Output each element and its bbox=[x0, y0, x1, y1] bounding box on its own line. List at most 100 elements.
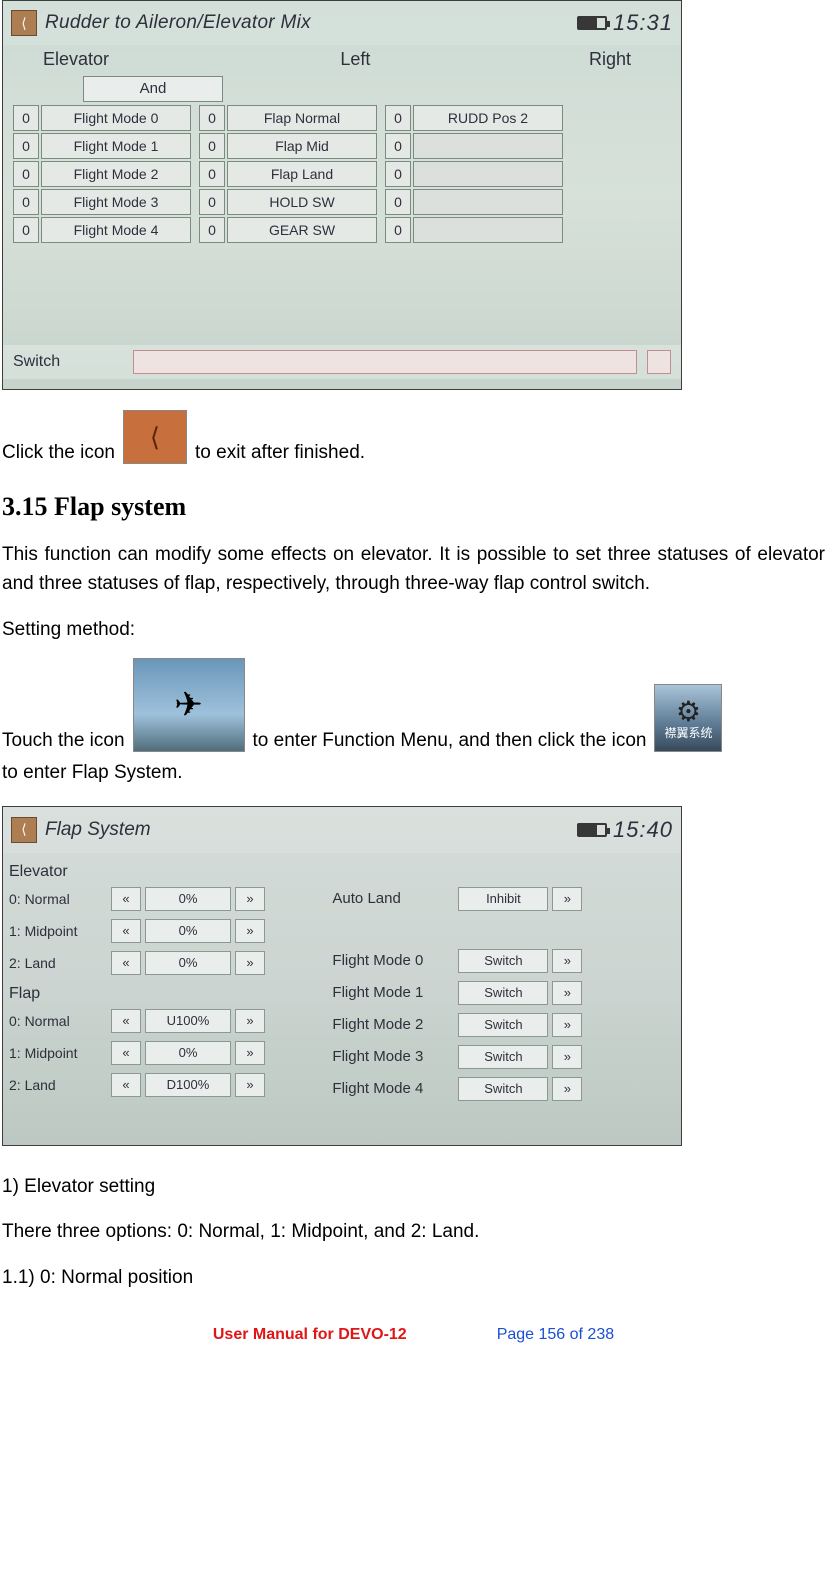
row-label: 1: Midpoint bbox=[9, 923, 107, 939]
increment-button[interactable]: » bbox=[552, 887, 582, 911]
checkbox[interactable]: 0 bbox=[385, 189, 411, 215]
paragraph: Touch the icon ✈ to enter Function Menu,… bbox=[0, 652, 827, 758]
value-field[interactable]: Inhibit bbox=[458, 887, 548, 911]
bottom-bar: Switch bbox=[3, 345, 681, 379]
option-cell[interactable]: Flight Mode 2 bbox=[41, 161, 191, 187]
option-cell[interactable]: Flight Mode 4 bbox=[41, 217, 191, 243]
checkbox[interactable]: 0 bbox=[385, 133, 411, 159]
paragraph: Click the icon ⟨ to exit after finished. bbox=[0, 404, 827, 470]
option-cell[interactable]: HOLD SW bbox=[227, 189, 377, 215]
row-label: Auto Land bbox=[332, 890, 454, 907]
screen-title: Flap System bbox=[45, 819, 569, 841]
setting-row: Flight Mode 4 Switch » bbox=[332, 1073, 675, 1105]
back-icon[interactable]: ⟨ bbox=[11, 10, 37, 36]
value-field[interactable]: 0% bbox=[145, 887, 231, 911]
checkbox[interactable]: 0 bbox=[199, 133, 225, 159]
value-field[interactable]: D100% bbox=[145, 1073, 231, 1097]
option-cell[interactable] bbox=[413, 217, 563, 243]
checkbox[interactable]: 0 bbox=[13, 161, 39, 187]
option-cell[interactable]: Flight Mode 3 bbox=[41, 189, 191, 215]
increment-button[interactable]: » bbox=[235, 951, 265, 975]
checkbox[interactable]: 0 bbox=[199, 217, 225, 243]
increment-button[interactable]: » bbox=[552, 949, 582, 973]
option-cell[interactable] bbox=[413, 133, 563, 159]
list-item: 1.1) 0: Normal position bbox=[0, 1255, 827, 1300]
checkbox[interactable]: 0 bbox=[13, 105, 39, 131]
increment-button[interactable]: » bbox=[552, 1045, 582, 1069]
flap-system-icon: ⚙ 襟翼系统 bbox=[654, 684, 722, 752]
setting-row: 2: Land « D100% » bbox=[9, 1069, 320, 1101]
increment-button[interactable]: » bbox=[552, 1013, 582, 1037]
checkbox[interactable]: 0 bbox=[199, 105, 225, 131]
clock: 15:31 bbox=[613, 10, 673, 36]
increment-button[interactable]: » bbox=[235, 1041, 265, 1065]
increment-button[interactable]: » bbox=[552, 981, 582, 1005]
checkbox[interactable]: 0 bbox=[13, 217, 39, 243]
group-header: Flap bbox=[9, 979, 320, 1005]
increment-button[interactable]: » bbox=[235, 1009, 265, 1033]
row-label: 2: Land bbox=[9, 1077, 107, 1093]
decrement-button[interactable]: « bbox=[111, 951, 141, 975]
col-header: Left bbox=[264, 49, 448, 70]
decrement-button[interactable]: « bbox=[111, 1009, 141, 1033]
paragraph: This function can modify some effects on… bbox=[0, 532, 827, 607]
decrement-button[interactable]: « bbox=[111, 1041, 141, 1065]
row-label: Flight Mode 2 bbox=[332, 1016, 454, 1033]
value-field[interactable]: Switch bbox=[458, 949, 548, 973]
increment-button[interactable]: » bbox=[235, 919, 265, 943]
function-menu-icon: ✈ bbox=[133, 658, 245, 752]
option-cell[interactable]: RUDD Pos 2 bbox=[413, 105, 563, 131]
switch-field[interactable] bbox=[133, 350, 637, 374]
screen-title: Rudder to Aileron/Elevator Mix bbox=[45, 12, 569, 34]
option-cell[interactable] bbox=[413, 161, 563, 187]
value-field[interactable]: U100% bbox=[145, 1009, 231, 1033]
checkbox[interactable]: 0 bbox=[385, 217, 411, 243]
text: to exit after finished. bbox=[195, 442, 365, 464]
back-icon[interactable]: ⟨ bbox=[11, 817, 37, 843]
increment-button[interactable]: » bbox=[235, 1073, 265, 1097]
decrement-button[interactable]: « bbox=[111, 887, 141, 911]
and-button[interactable]: And bbox=[83, 76, 223, 102]
increment-button[interactable]: » bbox=[552, 1077, 582, 1101]
option-cell[interactable]: Flight Mode 0 bbox=[41, 105, 191, 131]
checkbox[interactable]: 0 bbox=[13, 133, 39, 159]
value-field[interactable]: 0% bbox=[145, 951, 231, 975]
grid-row: 0Flight Mode 2 0Flap Land 0 bbox=[3, 160, 681, 188]
checkbox[interactable]: 0 bbox=[199, 189, 225, 215]
option-cell[interactable]: Flap Land bbox=[227, 161, 377, 187]
setting-row: Auto Land Inhibit » bbox=[332, 883, 675, 915]
value-field[interactable]: Switch bbox=[458, 1045, 548, 1069]
option-cell[interactable]: Flap Normal bbox=[227, 105, 377, 131]
checkbox[interactable]: 0 bbox=[13, 189, 39, 215]
battery-icon bbox=[577, 823, 607, 837]
switch-button[interactable] bbox=[647, 350, 671, 374]
option-cell[interactable]: Flight Mode 1 bbox=[41, 133, 191, 159]
value-field[interactable]: Switch bbox=[458, 981, 548, 1005]
value-field[interactable]: Switch bbox=[458, 1077, 548, 1101]
paragraph: There three options: 0: Normal, 1: Midpo… bbox=[0, 1209, 827, 1254]
value-field[interactable]: 0% bbox=[145, 919, 231, 943]
page-footer: User Manual for DEVO-12 Page 156 of 238 bbox=[0, 1300, 827, 1344]
option-cell[interactable] bbox=[413, 189, 563, 215]
value-field[interactable]: 0% bbox=[145, 1041, 231, 1065]
checkbox[interactable]: 0 bbox=[385, 105, 411, 131]
checkbox[interactable]: 0 bbox=[199, 161, 225, 187]
value-field[interactable]: Switch bbox=[458, 1013, 548, 1037]
checkbox[interactable]: 0 bbox=[385, 161, 411, 187]
setting-row: 0: Normal « 0% » bbox=[9, 883, 320, 915]
battery-icon bbox=[577, 16, 607, 30]
decrement-button[interactable]: « bbox=[111, 919, 141, 943]
exit-icon: ⟨ bbox=[123, 410, 187, 464]
col-header: Right bbox=[447, 49, 651, 70]
screen-header: ⟨ Flap System 15:40 bbox=[3, 807, 681, 853]
clock: 15:40 bbox=[613, 817, 673, 843]
screenshot-flap-system: ⟨ Flap System 15:40 Elevator 0: Normal «… bbox=[2, 806, 682, 1146]
increment-button[interactable]: » bbox=[235, 887, 265, 911]
list-item: 1) Elevator setting bbox=[0, 1164, 827, 1209]
grid-row: 0Flight Mode 4 0GEAR SW 0 bbox=[3, 216, 681, 244]
setting-row: 2: Land « 0% » bbox=[9, 947, 320, 979]
option-cell[interactable]: Flap Mid bbox=[227, 133, 377, 159]
decrement-button[interactable]: « bbox=[111, 1073, 141, 1097]
option-cell[interactable]: GEAR SW bbox=[227, 217, 377, 243]
footer-page: Page 156 of 238 bbox=[497, 1326, 614, 1344]
